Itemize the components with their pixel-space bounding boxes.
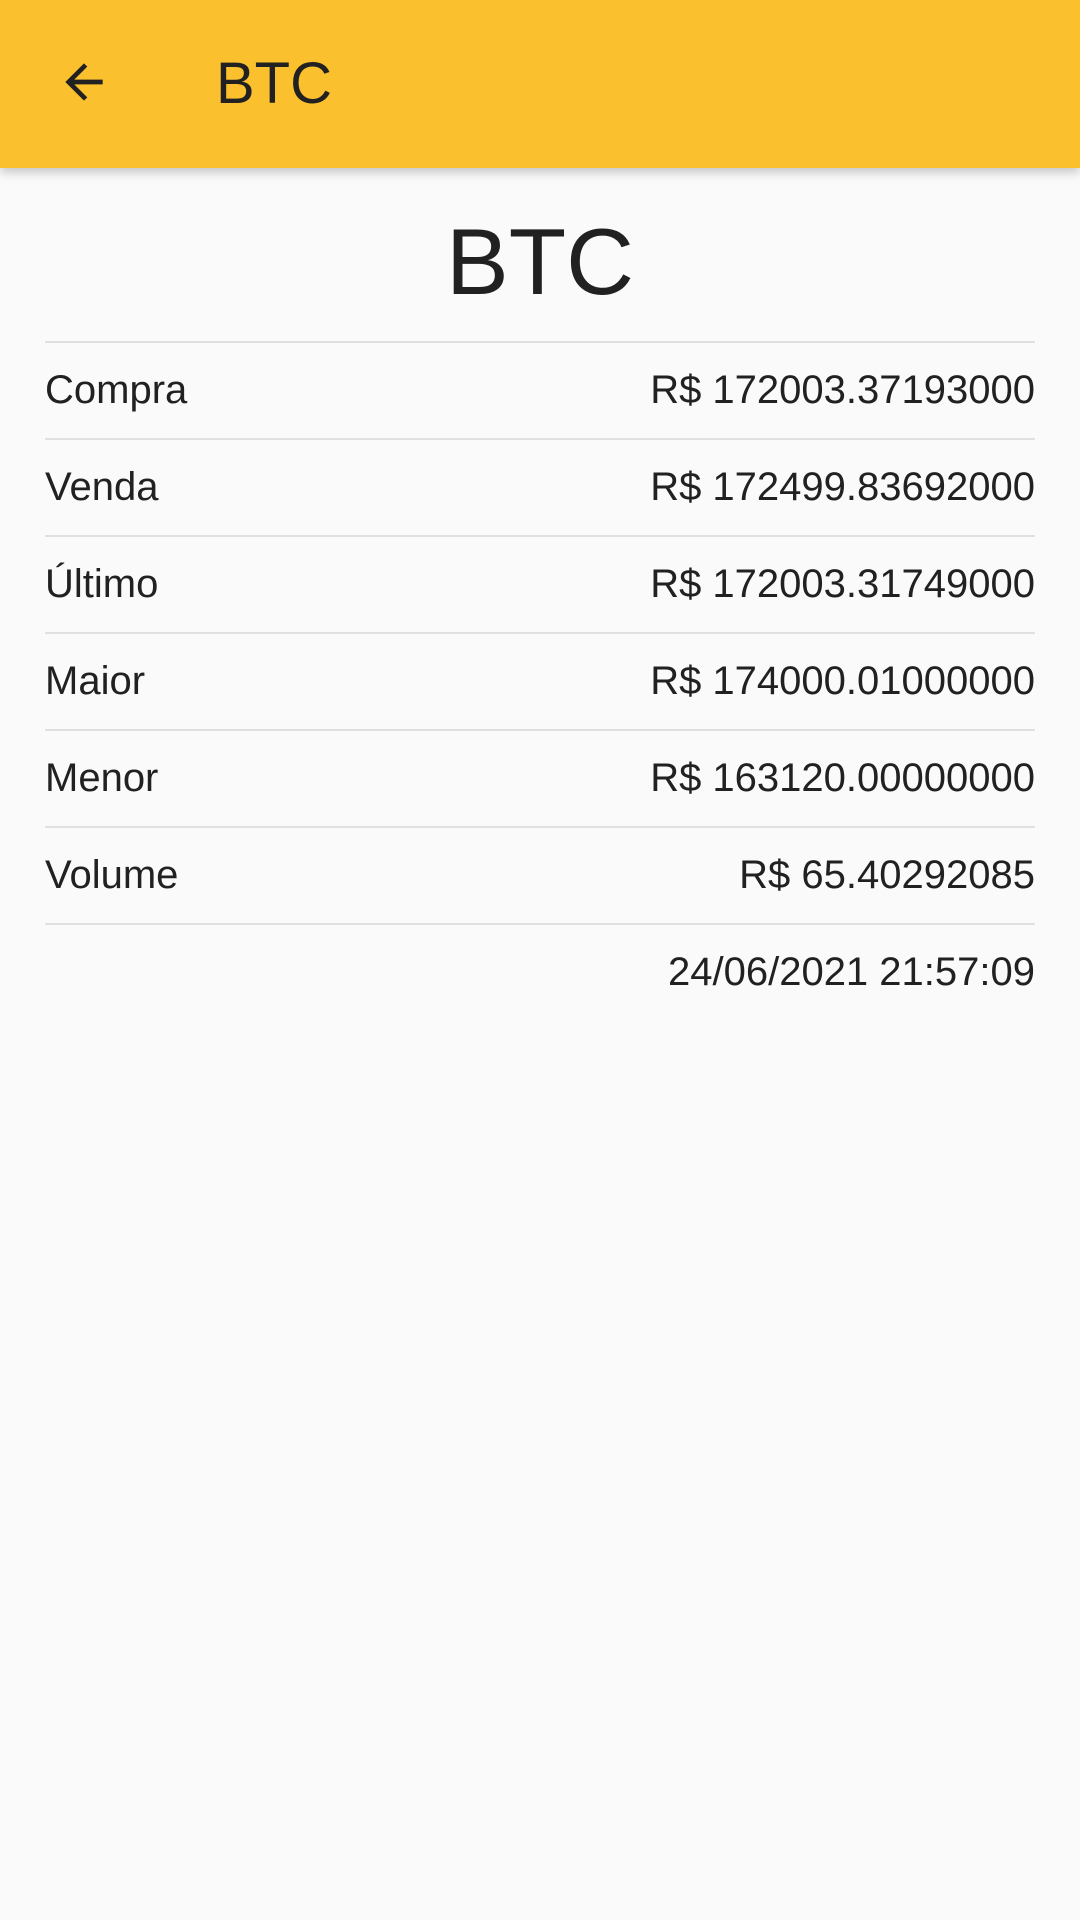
ticker-row-ultimo: Último R$ 172003.31749000 [45, 535, 1035, 632]
row-label: Compra [45, 368, 188, 412]
back-button[interactable] [34, 34, 134, 134]
ticker-row-menor: Menor R$ 163120.00000000 [45, 729, 1035, 826]
ticker-row-venda: Venda R$ 172499.83692000 [45, 438, 1035, 535]
app-bar: BTC [0, 0, 1080, 168]
main-content: BTC Compra R$ 172003.37193000 Venda R$ 1… [0, 168, 1080, 1920]
row-value: R$ 172499.83692000 [650, 465, 1035, 509]
row-label: Maior [45, 659, 146, 703]
ticker-row-compra: Compra R$ 172003.37193000 [45, 341, 1035, 438]
row-value: R$ 163120.00000000 [650, 756, 1035, 800]
row-label: Menor [45, 756, 159, 800]
app-bar-title: BTC [216, 51, 332, 116]
row-label: Volume [45, 853, 179, 897]
row-label: Venda [45, 465, 159, 509]
timestamp-row: 24/06/2021 21:57:09 [45, 923, 1035, 1020]
coin-heading: BTC [446, 209, 634, 314]
row-value: R$ 65.40292085 [739, 853, 1035, 897]
timestamp: 24/06/2021 21:57:09 [667, 950, 1035, 994]
arrow-back-icon [56, 54, 112, 115]
row-value: R$ 172003.31749000 [650, 562, 1035, 606]
row-label: Último [45, 562, 159, 606]
ticker-row-volume: Volume R$ 65.40292085 [45, 826, 1035, 923]
ticker-row-maior: Maior R$ 174000.01000000 [45, 632, 1035, 729]
ticker-list: Compra R$ 172003.37193000 Venda R$ 17249… [45, 341, 1035, 1020]
row-value: R$ 172003.37193000 [650, 368, 1035, 412]
row-value: R$ 174000.01000000 [650, 659, 1035, 703]
